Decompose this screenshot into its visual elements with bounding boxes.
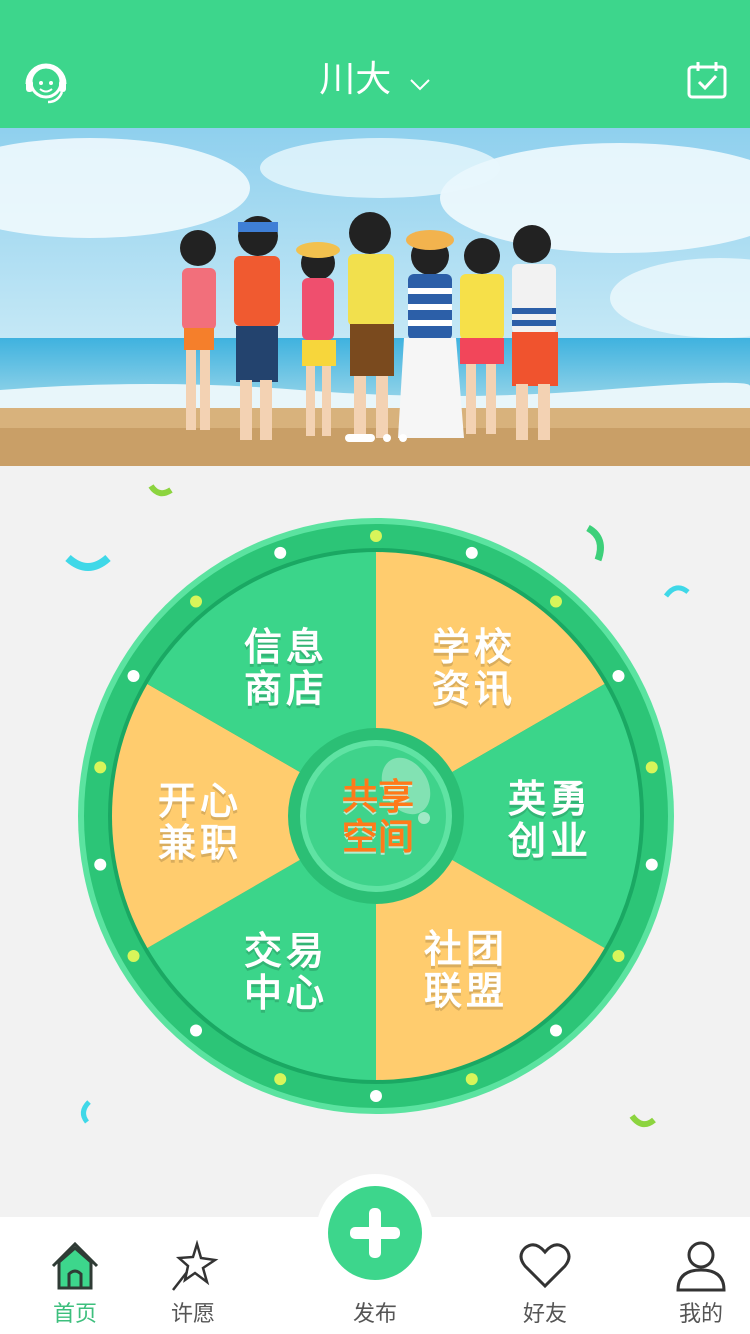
user-icon <box>626 1240 750 1292</box>
rim-light <box>127 670 140 682</box>
rim-light <box>465 1073 478 1086</box>
calendar-check-icon[interactable] <box>686 60 728 100</box>
tab-label: 好友 <box>522 1302 567 1327</box>
rim-light <box>127 950 140 962</box>
tab-mine[interactable]: 我的 <box>626 1220 750 1330</box>
rim-light <box>274 546 287 559</box>
promo-banner[interactable] <box>0 128 750 466</box>
indicator-dot <box>383 434 391 442</box>
indicator-dot <box>399 434 407 442</box>
wish-star-icon <box>118 1240 268 1292</box>
wheel-center-shared-space[interactable]: 共享 空间 <box>318 778 438 858</box>
rim-light <box>274 1073 287 1086</box>
tab-label: 我的 <box>678 1302 723 1327</box>
rim-light <box>94 761 107 774</box>
tab-friends[interactable]: 好友 <box>470 1220 620 1330</box>
confetti-decoration <box>148 484 173 497</box>
rim-light <box>612 950 625 962</box>
rim-light <box>370 530 382 542</box>
campus-selector[interactable]: 川大 <box>0 52 750 109</box>
tab-label: 发布 <box>352 1302 397 1327</box>
indicator-dot-active <box>345 434 375 442</box>
rim-light <box>612 670 625 682</box>
rim-light <box>94 858 107 871</box>
rim-light <box>645 761 658 774</box>
heart-icon <box>470 1240 620 1292</box>
rim-light <box>465 546 478 559</box>
page-title: 川大 <box>319 59 392 100</box>
rim-light <box>549 595 562 608</box>
rim-light <box>549 1024 562 1037</box>
tab-publish[interactable]: 发布 <box>300 1220 450 1330</box>
tab-label: 许愿 <box>170 1302 215 1327</box>
rim-light <box>370 1090 382 1102</box>
app-header: 川大 <box>0 0 750 128</box>
chevron-down-icon <box>409 53 431 109</box>
rim-light <box>190 595 203 608</box>
banner-image <box>0 128 750 466</box>
tab-wish[interactable]: 许愿 <box>118 1220 268 1330</box>
rim-light <box>645 858 658 871</box>
rim-light <box>190 1024 203 1037</box>
